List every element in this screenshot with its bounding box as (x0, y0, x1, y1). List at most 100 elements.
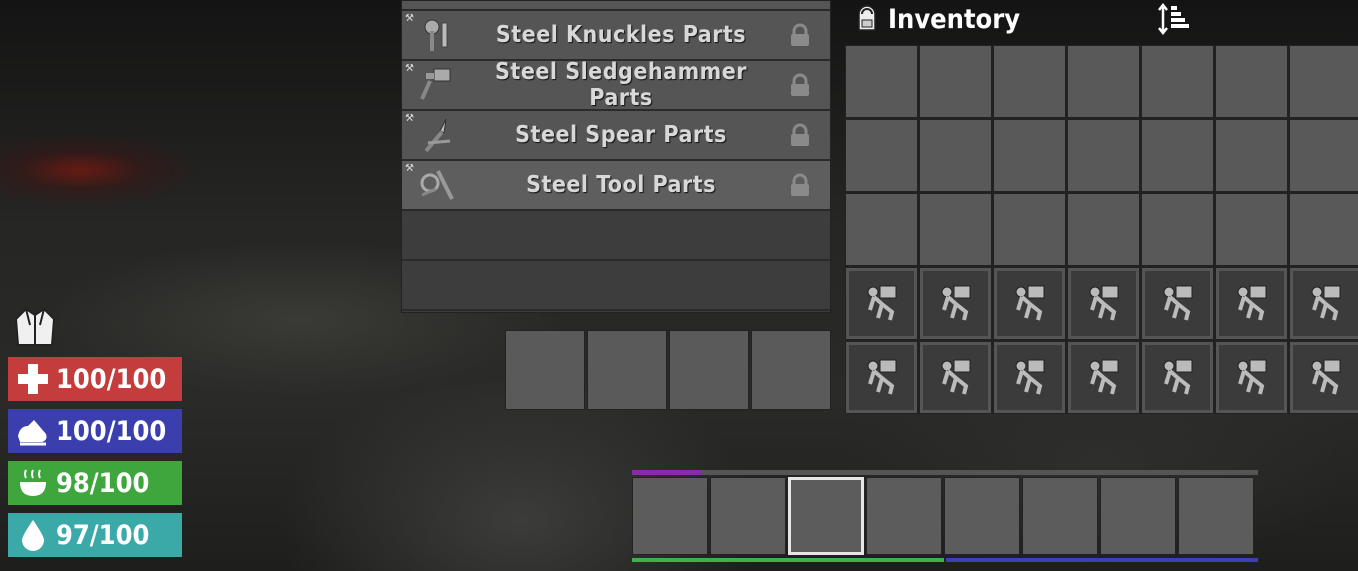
gear-slot[interactable] (751, 330, 831, 410)
inventory-slot-locked[interactable] (1216, 268, 1287, 339)
inventory-slot[interactable] (994, 120, 1065, 191)
food-value: 98/100 (56, 467, 150, 499)
encumbrance-icon (1084, 356, 1124, 400)
gear-slot[interactable] (587, 330, 667, 410)
recipe-row-empty (402, 261, 830, 311)
encumbrance-icon (1232, 356, 1272, 400)
inventory-slot[interactable] (1142, 120, 1213, 191)
inventory-header: Inventory (845, 0, 1358, 44)
gear-slot[interactable] (669, 330, 749, 410)
inventory-slot-locked[interactable] (994, 342, 1065, 413)
inventory-slot[interactable] (994, 194, 1065, 265)
encumbrance-icon (1158, 356, 1198, 400)
encumbrance-icon (1010, 282, 1050, 326)
gear-slot[interactable] (505, 330, 585, 410)
health-strip (632, 558, 944, 562)
inventory-slot-locked[interactable] (1142, 342, 1213, 413)
water-value: 97/100 (56, 519, 150, 551)
inventory-slot-locked[interactable] (1290, 268, 1358, 339)
inventory-grid (845, 45, 1358, 414)
inventory-slot[interactable] (846, 194, 917, 265)
inventory-slot[interactable] (994, 46, 1065, 117)
inventory-slot[interactable] (1290, 120, 1358, 191)
stamina-strip (946, 558, 1258, 562)
recipe-row-steel-sledgehammer-parts[interactable]: ⚒ Steel Sledgehammer Parts (402, 59, 830, 111)
encumbrance-icon (862, 282, 902, 326)
toolbelt-slot[interactable] (788, 477, 864, 555)
encumbrance-icon (862, 356, 902, 400)
lock-icon (791, 173, 809, 196)
inventory-slot-locked[interactable] (920, 268, 991, 339)
inventory-slot-locked[interactable] (1216, 342, 1287, 413)
inventory-slot[interactable] (920, 46, 991, 117)
recipe-list-panel: ⚒ Steel Knuckles Parts ⚒ Steel Sledgeham… (401, 0, 831, 313)
encumbrance-icon (1010, 356, 1050, 400)
lock-icon (791, 123, 809, 146)
inventory-slot[interactable] (1216, 194, 1287, 265)
inventory-slot-locked[interactable] (994, 268, 1065, 339)
toolbelt-slot[interactable] (1178, 477, 1254, 555)
stamina-value: 100/100 (56, 415, 167, 447)
toolbelt-slot[interactable] (866, 477, 942, 555)
recipe-name: Steel Sledgehammer Parts (495, 59, 747, 111)
inventory-slot-locked[interactable] (1290, 342, 1358, 413)
water-drop-icon (14, 516, 52, 554)
inventory-title: Inventory (888, 4, 1021, 35)
recipe-unlock-icon: ⚒ (405, 163, 414, 174)
encumbrance-icon (1306, 282, 1346, 326)
xp-bar (632, 470, 1258, 475)
recipe-row-steel-knuckles-parts[interactable]: ⚒ Steel Knuckles Parts (402, 11, 830, 61)
lock-icon (791, 73, 809, 96)
toolbelt-slot[interactable] (710, 477, 786, 555)
inventory-slot-locked[interactable] (1068, 342, 1139, 413)
encumbrance-icon (1084, 282, 1124, 326)
inventory-slot[interactable] (846, 46, 917, 117)
inventory-slot[interactable] (1068, 120, 1139, 191)
inventory-slot[interactable] (1216, 46, 1287, 117)
recipe-name: Steel Knuckles Parts (495, 22, 747, 48)
steel-sledgehammer-parts-icon (420, 68, 451, 100)
inventory-slot[interactable] (920, 194, 991, 265)
encumbrance-icon (936, 356, 976, 400)
recipe-row-steel-tool-parts[interactable]: ⚒ Steel Tool Parts (402, 161, 830, 211)
backpack-icon (858, 5, 876, 31)
encumbrance-icon (1158, 282, 1198, 326)
gear-slots (505, 330, 831, 410)
toolbelt-slot[interactable] (944, 477, 1020, 555)
inventory-slot[interactable] (1142, 194, 1213, 265)
inventory-slot[interactable] (1216, 120, 1287, 191)
inventory-slot-locked[interactable] (1068, 268, 1139, 339)
inventory-slot-locked[interactable] (1142, 268, 1213, 339)
inventory-slot-locked[interactable] (846, 342, 917, 413)
inventory-slot[interactable] (1290, 194, 1358, 265)
toolbelt-slot[interactable] (632, 477, 708, 555)
water-bar: 97/100 (8, 513, 182, 557)
inventory-slot[interactable] (1068, 46, 1139, 117)
steel-spear-parts-icon (424, 118, 451, 153)
steel-knuckles-parts-icon (424, 19, 448, 51)
food-bowl-icon (14, 464, 52, 502)
inventory-slot-locked[interactable] (920, 342, 991, 413)
stamina-bar: 100/100 (8, 409, 182, 453)
toolbelt-slots (632, 477, 1254, 555)
encumbrance-icon (1232, 282, 1272, 326)
recipe-row-steel-spear-parts[interactable]: ⚒ Steel Spear Parts (402, 111, 830, 161)
toolbelt-slot[interactable] (1022, 477, 1098, 555)
encumbrance-icon (936, 282, 976, 326)
recipe-name: Steel Tool Parts (526, 172, 716, 198)
steel-tool-parts-icon (420, 170, 454, 200)
inventory-slot[interactable] (1142, 46, 1213, 117)
inventory-slot-locked[interactable] (846, 268, 917, 339)
inventory-slot[interactable] (846, 120, 917, 191)
toolbelt-slot[interactable] (1100, 477, 1176, 555)
inventory-slot[interactable] (920, 120, 991, 191)
health-value: 100/100 (56, 363, 167, 395)
inventory-slot[interactable] (1068, 194, 1139, 265)
xp-bar-fill (632, 470, 701, 475)
recipe-unlock-icon: ⚒ (405, 113, 414, 124)
recipe-unlock-icon: ⚒ (405, 13, 414, 24)
recipe-row-partial[interactable] (402, 1, 830, 11)
sort-icon[interactable] (1157, 2, 1191, 36)
health-bar: 100/100 (8, 357, 182, 401)
inventory-slot[interactable] (1290, 46, 1358, 117)
